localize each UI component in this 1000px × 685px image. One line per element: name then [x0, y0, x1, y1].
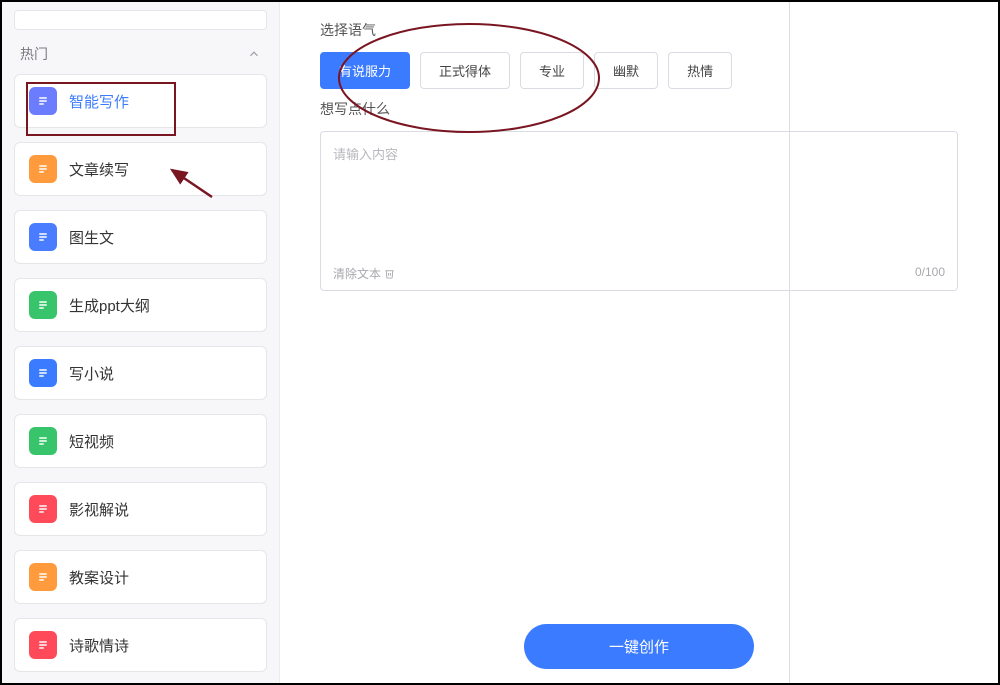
- sidebar-item-0[interactable]: 智能写作: [14, 74, 267, 128]
- doc-lines2-icon: [29, 359, 57, 387]
- sidebar-item-label: 写小说: [69, 363, 114, 384]
- sidebar-item-label: 影视解说: [69, 499, 129, 520]
- clear-text-button[interactable]: 清除文本: [333, 265, 395, 282]
- sidebar-top-box: [14, 10, 267, 30]
- content-textarea[interactable]: [321, 132, 957, 252]
- tone-section-label: 选择语气: [320, 20, 958, 40]
- create-button[interactable]: 一键创作: [524, 624, 754, 669]
- doc-outline-icon: [29, 291, 57, 319]
- right-divider: [789, 2, 790, 683]
- cta-zone: 一键创作: [320, 624, 958, 683]
- doc-write-icon: [29, 87, 57, 115]
- main-panel: 选择语气 有说服力正式得体专业幽默热情 想写点什么 清除文本 0/100 一键创…: [280, 2, 998, 683]
- textarea-wrap: 清除文本 0/100: [320, 131, 958, 291]
- tone-chip-1[interactable]: 正式得体: [420, 52, 510, 89]
- sidebar-item-6[interactable]: 影视解说: [14, 482, 267, 536]
- sidebar-item-1[interactable]: 文章续写: [14, 142, 267, 196]
- sidebar: 热门 智能写作文章续写图生文生成ppt大纲写小说短视频影视解说教案设计诗歌情诗: [2, 2, 280, 683]
- sidebar-items: 智能写作文章续写图生文生成ppt大纲写小说短视频影视解说教案设计诗歌情诗: [2, 74, 279, 672]
- doc-teach-icon: [29, 563, 57, 591]
- sidebar-item-8[interactable]: 诗歌情诗: [14, 618, 267, 672]
- tone-chip-3[interactable]: 幽默: [594, 52, 658, 89]
- sidebar-item-3[interactable]: 生成ppt大纲: [14, 278, 267, 332]
- clear-text-label: 清除文本: [333, 265, 381, 282]
- sidebar-item-label: 短视频: [69, 431, 114, 452]
- doc-film-icon: [29, 495, 57, 523]
- sidebar-item-label: 诗歌情诗: [69, 635, 129, 656]
- tone-chip-2[interactable]: 专业: [520, 52, 584, 89]
- sidebar-item-5[interactable]: 短视频: [14, 414, 267, 468]
- textarea-footer: 清除文本 0/100: [333, 265, 945, 282]
- tone-chip-0[interactable]: 有说服力: [320, 52, 410, 89]
- sidebar-item-label: 文章续写: [69, 159, 129, 180]
- sidebar-item-2[interactable]: 图生文: [14, 210, 267, 264]
- sidebar-item-4[interactable]: 写小说: [14, 346, 267, 400]
- sidebar-item-7[interactable]: 教案设计: [14, 550, 267, 604]
- doc-video-icon: [29, 427, 57, 455]
- content-section-label: 想写点什么: [320, 99, 958, 119]
- trash-icon: [384, 268, 395, 279]
- doc-lines-icon: [29, 155, 57, 183]
- sidebar-item-label: 生成ppt大纲: [69, 295, 150, 316]
- poem-icon: [29, 631, 57, 659]
- char-counter: 0/100: [915, 265, 945, 282]
- category-header[interactable]: 热门: [2, 30, 279, 74]
- tone-row: 有说服力正式得体专业幽默热情: [320, 52, 958, 89]
- sidebar-item-label: 智能写作: [69, 91, 129, 112]
- sidebar-item-label: 图生文: [69, 227, 114, 248]
- sidebar-item-label: 教案设计: [69, 567, 129, 588]
- category-label: 热门: [20, 44, 48, 64]
- chevron-up-icon: [247, 47, 261, 61]
- tone-chip-4[interactable]: 热情: [668, 52, 732, 89]
- image-text-icon: [29, 223, 57, 251]
